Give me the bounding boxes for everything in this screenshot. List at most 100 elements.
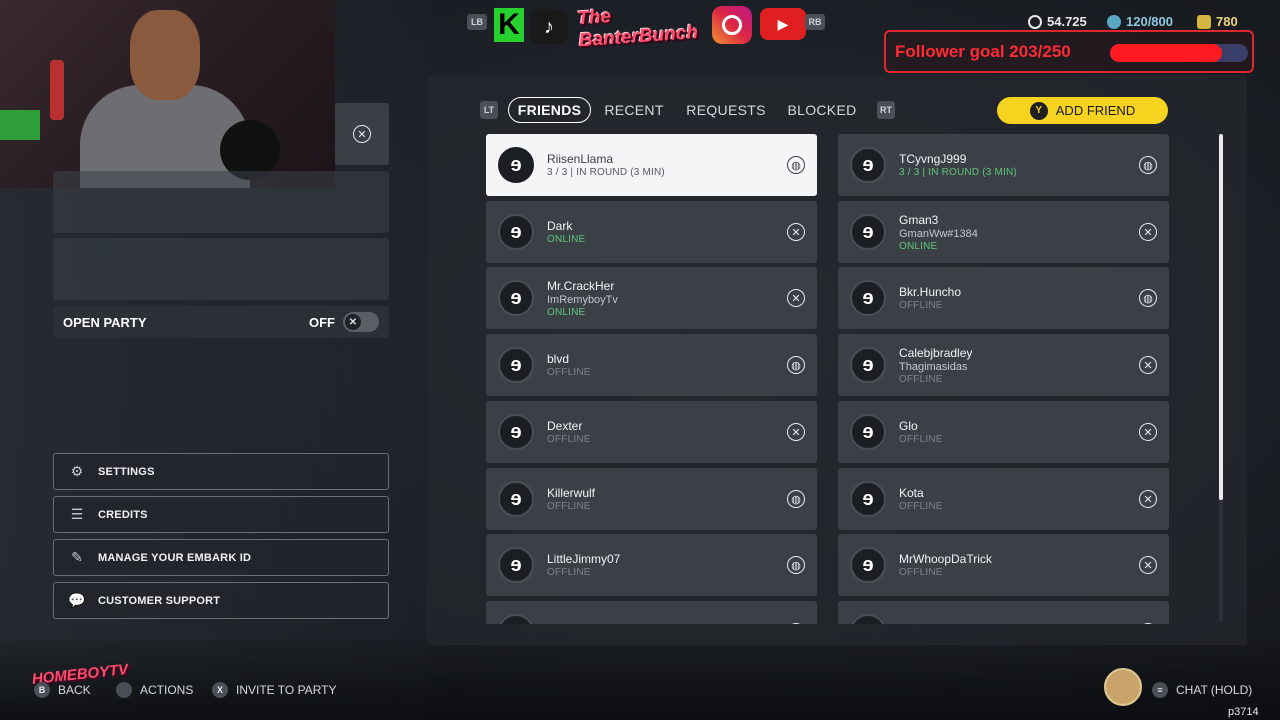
friend-card[interactable]: ɘNaoh◍ <box>486 601 817 624</box>
friend-name: Kota <box>899 486 924 500</box>
open-party-row[interactable]: OPEN PARTY OFF ✕ <box>53 306 389 338</box>
friend-card[interactable]: ɘ Dexter OFFLINE ✕ <box>486 401 817 463</box>
manage-embark-id-label: MANAGE YOUR EMBARK ID <box>98 551 252 564</box>
xbox-icon: ✕ <box>1139 223 1157 241</box>
friend-info: RiisenLlama 3 / 3 | IN ROUND (3 MIN) <box>547 152 787 178</box>
friend-info: Bkr.Huncho OFFLINE <box>899 285 1139 311</box>
friend-card[interactable]: ɘ MrWhoopDaTrick OFFLINE ✕ <box>838 534 1169 596</box>
friend-name: Mr.CrackHer <box>547 278 615 293</box>
friend-card[interactable]: ɘ Bkr.Huncho OFFLINE ◍ <box>838 267 1169 329</box>
tab-requests[interactable]: REQUESTS <box>686 97 765 123</box>
invite-hint[interactable]: X INVITE TO PARTY <box>212 682 336 698</box>
add-friend-button[interactable]: Y ADD FRIEND <box>997 97 1168 124</box>
friend-status: ONLINE <box>547 306 586 318</box>
lt-badge[interactable]: LT <box>480 101 498 119</box>
instagram-logo <box>712 6 752 44</box>
actions-hint[interactable]: ACTIONS <box>116 682 193 698</box>
friend-name: Killerwulf <box>547 486 596 500</box>
xbox-icon: ✕ <box>1139 423 1157 441</box>
embark-avatar-icon: ɘ <box>498 214 534 250</box>
follower-goal-bar <box>1110 44 1248 62</box>
xbox-icon: ✕ <box>787 423 805 441</box>
friend-card[interactable]: ɘ Killerwulf OFFLINE ◍ <box>486 468 817 530</box>
gold-value: 780 <box>1216 14 1238 29</box>
rb-badge: RB <box>805 14 825 30</box>
friend-name: Dexter <box>547 419 583 433</box>
friend-card[interactable]: ɘ blvd OFFLINE ◍ <box>486 334 817 396</box>
friend-card[interactable]: ɘ Gman3 GmanWw#1384 ONLINE ✕ <box>838 201 1169 263</box>
friend-info: Kota OFFLINE <box>899 486 1139 512</box>
friend-platform-name: GmanWw#1384 <box>899 227 978 240</box>
friend-card[interactable]: ɘ RiisenLlama 3 / 3 | IN ROUND (3 MIN) ◍ <box>486 134 817 196</box>
embark-avatar-icon: ɘ <box>850 481 886 517</box>
settings-button[interactable]: ⚙ SETTINGS <box>53 453 389 490</box>
manage-embark-id-button[interactable]: ✎ MANAGE YOUR EMBARK ID <box>53 539 389 576</box>
back-label: BACK <box>58 683 91 697</box>
friend-info: Calebjbradley Thagimasidas OFFLINE <box>899 346 1139 385</box>
friend-name: blvd <box>547 352 570 366</box>
globe-icon: ◍ <box>1139 156 1157 174</box>
globe-icon: ◍ <box>787 623 805 624</box>
chat-hint[interactable]: ≡ CHAT (HOLD) <box>1152 682 1252 698</box>
credits-label: CREDITS <box>98 508 148 521</box>
embark-avatar-icon: ɘ <box>850 614 886 624</box>
tab-blocked[interactable]: BLOCKED <box>787 97 857 123</box>
globe-icon: ◍ <box>787 556 805 574</box>
rt-badge[interactable]: RT <box>877 101 895 119</box>
globe-icon: ◍ <box>787 356 805 374</box>
customer-support-button[interactable]: 💬 CUSTOMER SUPPORT <box>53 582 389 619</box>
platform-card[interactable]: ✕ <box>335 103 389 165</box>
friend-status: OFFLINE <box>547 501 591 512</box>
friend-card[interactable]: ɘ Calebjbradley Thagimasidas OFFLINE ✕ <box>838 334 1169 396</box>
friend-status: ONLINE <box>899 240 938 252</box>
embark-avatar-icon: ɘ <box>850 280 886 316</box>
a-button-icon <box>116 682 132 698</box>
follower-goal-text: Follower goal 203/250 <box>895 41 1071 61</box>
globe-icon: ◍ <box>787 490 805 508</box>
b-button-icon: B <box>34 682 50 698</box>
friend-info: Killerwulf OFFLINE <box>547 486 787 512</box>
tiktok-logo: ♪ <box>530 10 568 44</box>
friend-status: OFFLINE <box>547 567 591 578</box>
party-slot[interactable] <box>53 171 389 233</box>
friend-card[interactable]: ɘ Kota OFFLINE ✕ <box>838 468 1169 530</box>
friend-info: TCyvngJ999 3 / 3 | IN ROUND (3 MIN) <box>899 152 1139 178</box>
friend-card[interactable]: ɘ TCyvngJ999 3 / 3 | IN ROUND (3 MIN) ◍ <box>838 134 1169 196</box>
pen-icon: ✎ <box>71 549 83 565</box>
friend-list[interactable]: ɘ RiisenLlama 3 / 3 | IN ROUND (3 MIN) ◍ ɘ Da… <box>486 134 1170 624</box>
friend-card[interactable]: ɘ Glo OFFLINE ✕ <box>838 401 1169 463</box>
credits-button[interactable]: ☰ CREDITS <box>53 496 389 533</box>
settings-label: SETTINGS <box>98 465 155 478</box>
tab-recent[interactable]: RECENT <box>603 97 665 123</box>
xbox-icon: ✕ <box>1139 556 1157 574</box>
friend-list-scrollbar[interactable] <box>1219 134 1223 622</box>
friend-name: Dark <box>547 219 573 233</box>
party-slot[interactable] <box>53 238 389 300</box>
embark-avatar-icon: ɘ <box>498 481 534 517</box>
friend-status: OFFLINE <box>547 434 591 445</box>
bottom-background <box>0 640 1280 720</box>
actions-label: ACTIONS <box>140 683 194 697</box>
scrollbar-thumb[interactable] <box>1219 134 1223 500</box>
open-party-toggle[interactable]: ✕ <box>343 312 379 332</box>
friend-info: Dexter OFFLINE <box>547 419 787 445</box>
add-friend-label: ADD FRIEND <box>1055 103 1136 118</box>
back-hint[interactable]: B BACK <box>34 682 91 698</box>
embark-avatar-icon: ɘ <box>498 147 534 183</box>
friend-card[interactable]: ɘ LittleJimmy07 OFFLINE ◍ <box>486 534 817 596</box>
friend-card[interactable]: ɘ Mr.CrackHer ImRemyboyTv ONLINE ✕ <box>486 267 817 329</box>
coin-icon <box>1028 14 1042 29</box>
friend-name: LittleJimmy07 <box>547 552 621 566</box>
tab-friends[interactable]: FRIENDS <box>508 97 591 123</box>
friend-status: OFFLINE <box>899 567 943 578</box>
webcam-bottle <box>50 60 64 120</box>
webcam-object <box>0 110 40 140</box>
friend-card[interactable]: ɘ Dark ONLINE ✕ <box>486 201 817 263</box>
profile-avatar[interactable] <box>1104 668 1142 706</box>
friend-name: TCyvngJ999 <box>899 152 967 166</box>
x-button-icon: X <box>212 682 228 698</box>
stream-logo: The BanterBunch <box>576 6 699 52</box>
friend-name: Calebjbradley <box>899 345 973 360</box>
webcam-feed <box>0 0 335 188</box>
friend-card[interactable]: ɘOnihunter7651✕ <box>838 601 1169 624</box>
